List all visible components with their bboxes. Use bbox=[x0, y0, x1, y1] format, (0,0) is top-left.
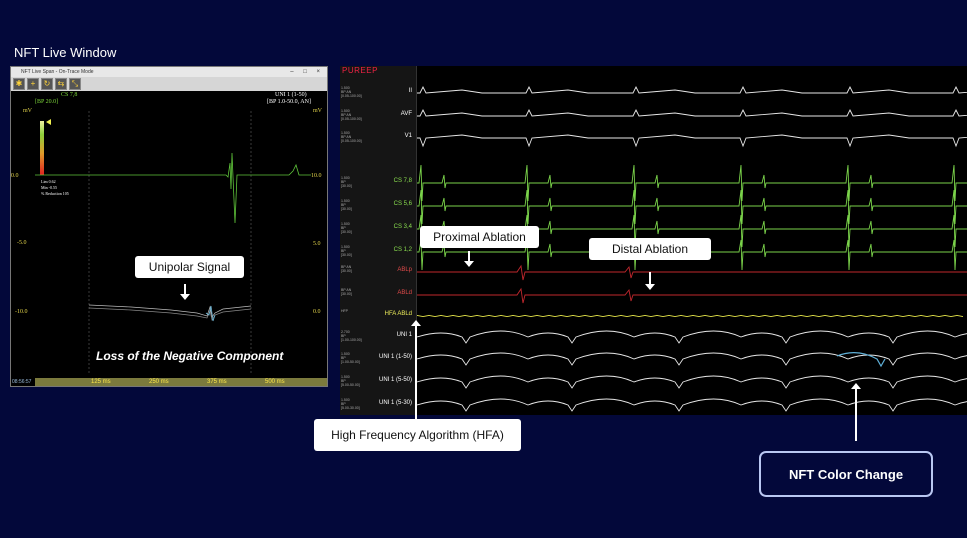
channel-meta-line: [30.00] bbox=[341, 292, 352, 296]
channel-label: UNI 1 (5-30) bbox=[378, 400, 412, 406]
nft-time-axis: 125 ms 250 ms 375 ms 500 ms bbox=[35, 378, 327, 386]
channel-trace bbox=[417, 264, 967, 281]
channel-meta-line: [0.05-100.00] bbox=[341, 139, 362, 143]
channel-meta: 1.500 BP [5.00-30.00] bbox=[341, 398, 360, 410]
arrow-up bbox=[855, 388, 857, 441]
channel-meta: 1.500 BP AN [0.05-100.00] bbox=[341, 86, 362, 98]
channel-label: UNI 1 bbox=[396, 332, 412, 338]
channel-meta-line: [5.00-50.00] bbox=[341, 383, 360, 387]
nft-level-marker bbox=[46, 119, 51, 125]
arrow-head bbox=[411, 320, 421, 326]
channel-meta-line: [0.05-100.00] bbox=[341, 117, 362, 121]
channel-meta: 1.500 BP [30.00] bbox=[341, 199, 352, 211]
callout-nft-color-change: NFT Color Change bbox=[759, 451, 933, 497]
channel-label: ABLp bbox=[397, 267, 412, 273]
channel-meta: HFP bbox=[341, 309, 348, 313]
pureep-logo: PUREEP bbox=[342, 66, 378, 75]
channel-label: CS 5,6 bbox=[393, 201, 412, 207]
loss-note: Loss of the Negative Component bbox=[96, 349, 284, 363]
channel-meta-line: [30.00] bbox=[341, 269, 352, 273]
nft-toolbar: ✱ + ↻ ⇆ ⤡ bbox=[11, 77, 327, 91]
nft-plot-area: CS 7,8 [BP 20.0] UNI 1 (1-50) [BP 1.0-50… bbox=[11, 91, 327, 386]
channel-label: CS 7,8 bbox=[393, 178, 412, 184]
channel-meta-line: HFP bbox=[341, 309, 348, 313]
channel-trace bbox=[417, 314, 964, 318]
channel-meta: 1.500 BP [30.00] bbox=[341, 176, 352, 188]
channel-label: ABLd bbox=[397, 290, 412, 296]
window-controls[interactable]: – □ × bbox=[290, 67, 324, 77]
channel-label: UNI 1 (5-50) bbox=[378, 377, 412, 383]
nft-clock: 08:56:57 bbox=[12, 379, 32, 385]
page-title: NFT Live Window bbox=[14, 45, 117, 60]
channel-trace bbox=[417, 330, 967, 344]
nft-window-titlebar[interactable]: NFT Live Span - On-Trace Mode – □ × bbox=[11, 67, 327, 77]
x-tick: 375 ms bbox=[207, 379, 227, 385]
nft-level-bar bbox=[40, 121, 44, 175]
channel-trace bbox=[417, 108, 967, 117]
channel-meta-line: [0.05-100.00] bbox=[341, 94, 362, 98]
nft-window-title: NFT Live Span - On-Trace Mode bbox=[21, 69, 94, 75]
callout-proximal-ablation: Proximal Ablation bbox=[420, 226, 539, 248]
channel-label: II bbox=[408, 88, 412, 94]
callout-unipolar-signal: Unipolar Signal bbox=[135, 256, 244, 278]
channel-label: AVF bbox=[400, 111, 412, 117]
channel-label: CS 1,2 bbox=[393, 247, 412, 253]
channel-trace bbox=[417, 287, 967, 304]
x-tick: 250 ms bbox=[149, 379, 169, 385]
refresh-icon[interactable]: ↻ bbox=[41, 78, 53, 90]
channel-trace bbox=[417, 375, 967, 389]
channel-label-column: PUREEP II 1.500 BP AN [0.05-100.00] AVF 1.500… bbox=[340, 66, 417, 415]
channel-trace bbox=[417, 189, 967, 225]
channel-meta-line: [5.00-30.00] bbox=[341, 406, 360, 410]
channel-trace bbox=[417, 398, 967, 412]
channel-label: HFA ABLd bbox=[384, 311, 412, 317]
arrow-head bbox=[645, 284, 655, 290]
plus-icon[interactable]: + bbox=[27, 78, 39, 90]
arrows-diag-icon[interactable]: ⤡ bbox=[69, 78, 81, 90]
arrow-up bbox=[415, 325, 417, 419]
gear-icon[interactable]: ✱ bbox=[13, 78, 25, 90]
channel-meta-line: [30.00] bbox=[341, 207, 352, 211]
channel-trace bbox=[417, 85, 967, 94]
arrow-head bbox=[464, 261, 474, 267]
arrows-icon[interactable]: ⇆ bbox=[55, 78, 67, 90]
channel-trace bbox=[417, 164, 967, 202]
cs-trace bbox=[35, 152, 311, 224]
channel-meta: 1.500 BP AN [0.05-100.00] bbox=[341, 109, 362, 121]
channel-meta: 1.500 BP [30.00] bbox=[341, 222, 352, 234]
channel-meta: 1.500 BP [1.00-50.00] bbox=[341, 352, 360, 364]
channel-label: V1 bbox=[404, 133, 412, 139]
nft-trace-canvas bbox=[35, 111, 311, 373]
channel-meta-line: [1.00-50.00] bbox=[341, 360, 360, 364]
channel-meta-line: [30.00] bbox=[341, 230, 352, 234]
nft-live-window: NFT Live Span - On-Trace Mode – □ × ✱ + … bbox=[10, 66, 328, 387]
channel-label: UNI 1 (1-50) bbox=[378, 354, 412, 360]
arrow-head bbox=[851, 383, 861, 389]
channel-meta-line: [30.00] bbox=[341, 253, 352, 257]
callout-hfa: High Frequency Algorithm (HFA) bbox=[314, 419, 521, 451]
channel-meta-line: [1.00-100.00] bbox=[341, 338, 362, 342]
channel-meta: BP AN [30.00] bbox=[341, 265, 352, 273]
channel-meta: 2.700 BP [1.00-100.00] bbox=[341, 330, 362, 342]
channel-meta: 1.500 BP AN [0.05-100.00] bbox=[341, 131, 362, 143]
arrow-head bbox=[180, 294, 190, 300]
callout-distal-ablation: Distal Ablation bbox=[589, 238, 711, 260]
x-tick: 500 ms bbox=[265, 379, 285, 385]
unipolar-trace bbox=[88, 304, 252, 318]
channel-meta: 1.500 BP [5.00-50.00] bbox=[341, 375, 360, 387]
channel-label: CS 3,4 bbox=[393, 224, 412, 230]
nft-color-change-trace bbox=[836, 352, 886, 368]
channel-meta: BP AN [30.00] bbox=[341, 288, 352, 296]
channel-meta: 1.500 BP [30.00] bbox=[341, 245, 352, 257]
channel-meta-line: [30.00] bbox=[341, 184, 352, 188]
channel-trace bbox=[417, 134, 967, 148]
x-tick: 125 ms bbox=[91, 379, 111, 385]
